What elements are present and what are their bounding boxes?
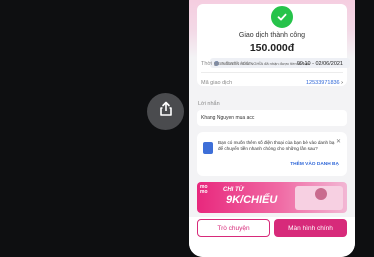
message-box: Khang Nguyen mua acc (197, 110, 347, 126)
promo-banner[interactable]: mo mo CHI TỪ 9K/CHIẾU (197, 182, 347, 213)
payment-time-row: Thời gian thanh toán 09:10 - 02/06/2021 (201, 61, 343, 67)
transaction-id-row[interactable]: Mã giao dịch 12533971836 › (201, 80, 343, 86)
contact-book-icon (203, 142, 213, 154)
transaction-id-label: Mã giao dịch (201, 80, 233, 86)
suggestion-text: Bạn có muốn thêm số điện thoại của bạn b… (218, 140, 335, 151)
share-button[interactable] (147, 93, 184, 130)
transaction-amount: 150.000đ (249, 42, 295, 54)
chat-button[interactable]: Trò chuyện (197, 219, 270, 237)
close-icon[interactable]: ✕ (336, 138, 341, 145)
promo-line-1: CHI TỪ (223, 187, 244, 193)
divider (201, 72, 343, 73)
phone-screen: Giao dịch thành công 150.000đ NGUYỄN HỮU… (189, 0, 355, 257)
check-icon (269, 4, 295, 30)
message-text: Khang Nguyen mua acc (201, 115, 255, 121)
transaction-card: Giao dịch thành công 150.000đ NGUYỄN HỮU… (197, 4, 350, 86)
add-to-contacts-button[interactable]: THÊM VÀO DANH BẠ (290, 162, 339, 167)
promo-line-2: 9K/CHIẾU (226, 194, 278, 206)
payment-time-label: Thời gian thanh toán (201, 61, 252, 67)
add-contact-suggestion: Bạn có muốn thêm số điện thoại của bạn b… (197, 132, 347, 176)
transaction-id-value[interactable]: 12533971836 (306, 80, 340, 86)
share-icon (158, 101, 174, 122)
message-label: Lời nhắn (198, 101, 220, 107)
chevron-right-icon: › (341, 80, 343, 86)
payment-time-value: 09:10 - 02/06/2021 (296, 61, 343, 67)
momo-logo: mo mo (200, 184, 208, 195)
home-screen-button[interactable]: Màn hình chính (274, 219, 347, 237)
promo-person-image (315, 188, 327, 200)
transaction-status-title: Giao dịch thành công (238, 32, 306, 39)
